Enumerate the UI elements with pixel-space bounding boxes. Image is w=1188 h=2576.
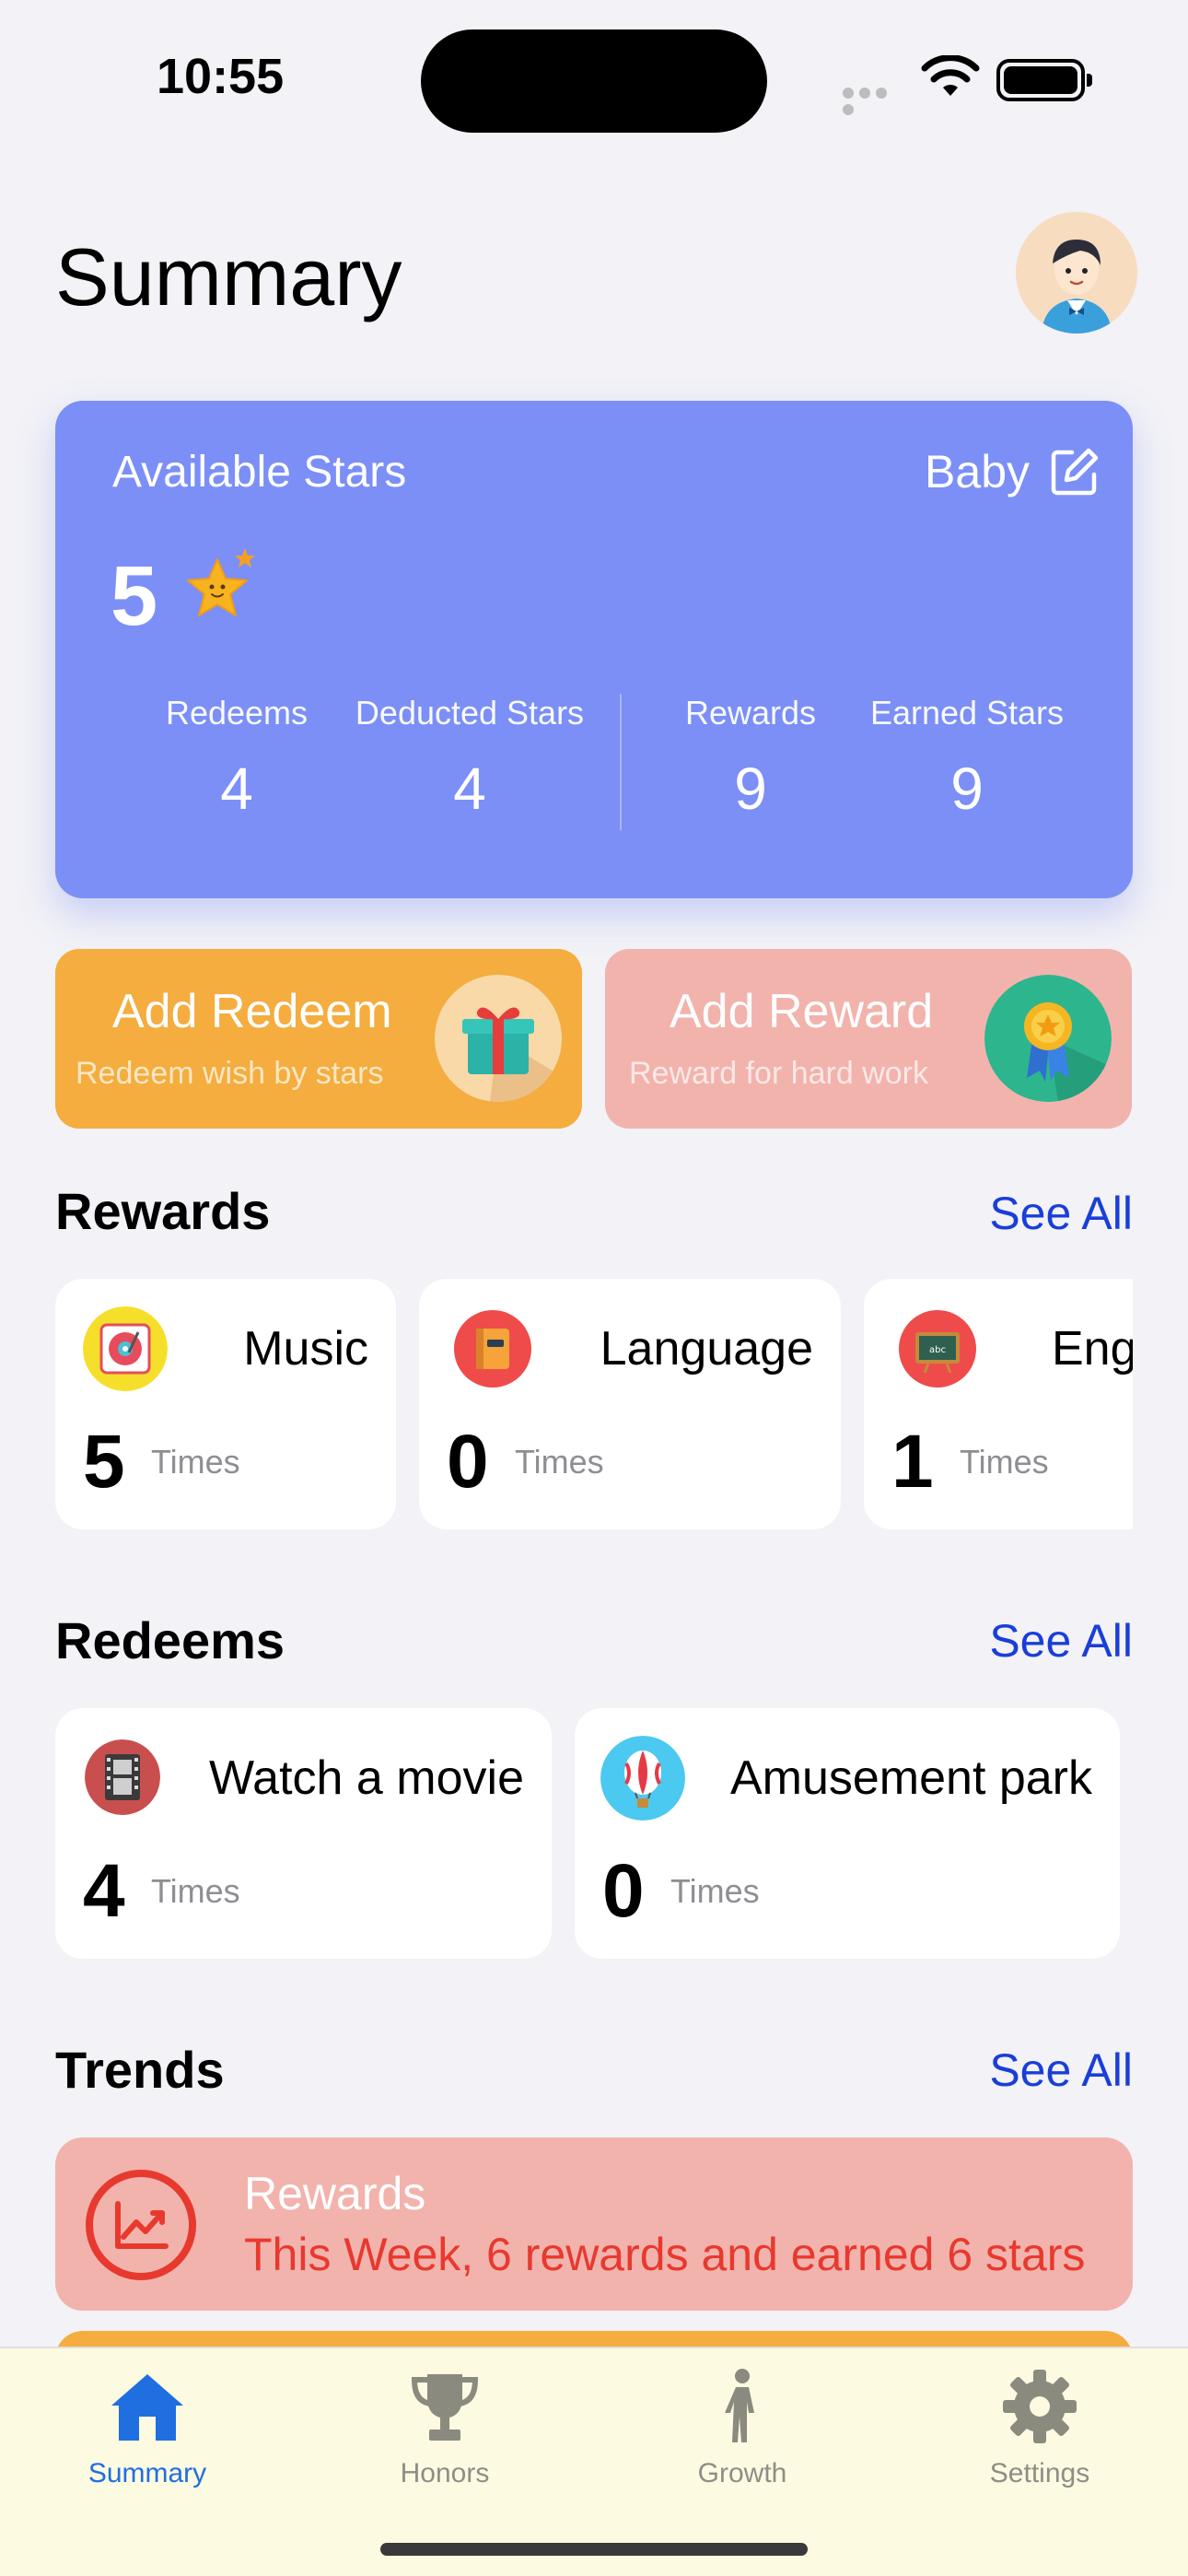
stat-deducted-stars: Deducted Stars 4 xyxy=(332,694,608,823)
redeem-times-label: Times xyxy=(670,1872,760,1910)
stat-value: 9 xyxy=(734,755,767,822)
reward-name: Music xyxy=(243,1322,368,1376)
stat-label: Earned Stars xyxy=(869,694,1065,732)
available-stars-count: 5 xyxy=(111,549,158,643)
status-time: 10:55 xyxy=(157,49,285,104)
redeems-section-title: Redeems xyxy=(55,1611,285,1669)
add-reward-title: Add Reward xyxy=(670,985,934,1038)
svg-text:abc: abc xyxy=(929,1345,946,1355)
rewards-see-all-link[interactable]: See All xyxy=(989,1187,1133,1240)
add-redeem-title: Add Redeem xyxy=(112,985,392,1038)
tab-settings[interactable]: Settings xyxy=(948,2365,1132,2489)
redeem-count: 0 xyxy=(602,1849,645,1933)
redeem-name: Amusement park xyxy=(729,1751,1092,1805)
redeem-name: Watch a movie xyxy=(209,1751,524,1805)
redeem-card-watch-a-movie[interactable]: Watch a movie 4 Times xyxy=(55,1708,552,1959)
reward-count: 0 xyxy=(447,1420,489,1504)
reward-times-label: Times xyxy=(515,1443,604,1481)
available-stars-label: Available Stars xyxy=(112,448,407,497)
trends-see-all-link[interactable]: See All xyxy=(989,2043,1133,2097)
wifi-icon xyxy=(921,55,980,96)
stat-label: Rewards xyxy=(684,694,817,732)
reward-name: Eng xyxy=(1052,1322,1133,1376)
chalkboard-icon: abc xyxy=(895,1306,980,1391)
reward-count: 5 xyxy=(83,1420,125,1504)
reward-times-label: Times xyxy=(960,1443,1049,1481)
stat-earned-stars: Earned Stars 9 xyxy=(843,694,1091,823)
film-icon xyxy=(85,1739,160,1815)
reward-name: Language xyxy=(600,1322,813,1376)
reward-card-language[interactable]: Language 0 Times xyxy=(419,1279,841,1529)
book-icon xyxy=(450,1306,535,1391)
profile-name: Baby xyxy=(925,446,1030,498)
trend-title: Rewards xyxy=(244,2168,426,2219)
tab-label: Settings xyxy=(989,2458,1090,2488)
trend-summary: This Week, 6 rewards and earned 6 stars xyxy=(244,2229,1086,2280)
person-icon xyxy=(725,2369,754,2442)
trend-card-rewards[interactable]: Rewards This Week, 6 rewards and earned … xyxy=(55,2137,1133,2311)
music-icon xyxy=(83,1306,168,1391)
smiling-star-icon xyxy=(187,548,255,616)
tab-label: Growth xyxy=(697,2458,787,2488)
home-icon xyxy=(111,2374,183,2441)
reward-times-label: Times xyxy=(151,1443,240,1481)
rewards-section-title: Rewards xyxy=(55,1182,271,1240)
trends-section-title: Trends xyxy=(55,2041,225,2099)
edit-icon xyxy=(1051,448,1099,496)
tab-bar: Summary Honors Growth Settings xyxy=(0,2347,1188,2576)
reward-card-english[interactable]: abc Eng 1 Times xyxy=(864,1279,1133,1529)
redeems-see-all-link[interactable]: See All xyxy=(989,1614,1133,1668)
gift-icon xyxy=(435,975,562,1102)
page-title: Summary xyxy=(55,231,402,322)
profile-edit-button[interactable]: Baby xyxy=(925,445,1101,498)
avatar[interactable] xyxy=(1016,212,1137,334)
stat-redeems: Redeems 4 xyxy=(140,694,333,823)
cellular-signal-icon xyxy=(843,87,907,115)
reward-card-music[interactable]: Music 5 Times xyxy=(55,1279,396,1529)
add-redeem-subtitle: Redeem wish by stars xyxy=(76,1056,384,1091)
home-indicator[interactable] xyxy=(380,2543,808,2556)
add-reward-button[interactable]: Add Reward Reward for hard work xyxy=(605,949,1132,1129)
redeem-card-amusement-park[interactable]: Amusement park 0 Times xyxy=(575,1708,1120,1959)
add-reward-subtitle: Reward for hard work xyxy=(629,1056,929,1091)
tab-label: Honors xyxy=(400,2458,490,2488)
medal-icon xyxy=(984,975,1112,1102)
available-stars-card: Available Stars Baby 5 Redeems 4 Deducte… xyxy=(55,401,1133,898)
add-redeem-button[interactable]: Add Redeem Redeem wish by stars xyxy=(55,949,582,1129)
redeem-count: 4 xyxy=(83,1849,125,1933)
trophy-icon xyxy=(411,2374,479,2441)
stat-value: 4 xyxy=(220,755,253,822)
tab-honors[interactable]: Honors xyxy=(353,2365,537,2489)
stat-label: Deducted Stars xyxy=(355,694,585,732)
stat-value: 4 xyxy=(453,755,486,822)
trending-up-icon xyxy=(86,2170,196,2280)
tab-label: Summary xyxy=(87,2458,207,2488)
stat-value: 9 xyxy=(950,755,984,822)
status-bar: 10:55 xyxy=(0,0,1188,138)
stats-divider xyxy=(620,694,622,830)
rewards-carousel[interactable]: Music 5 Times Language 0 Times abc Eng 1… xyxy=(55,1279,1133,1529)
battery-icon xyxy=(996,59,1092,101)
hot-air-balloon-icon xyxy=(600,1736,685,1821)
stat-rewards: Rewards 9 xyxy=(654,694,847,823)
reward-count: 1 xyxy=(891,1420,934,1504)
dynamic-island xyxy=(421,29,767,133)
gear-icon xyxy=(1003,2370,1077,2443)
redeem-times-label: Times xyxy=(151,1872,240,1910)
tab-growth[interactable]: Growth xyxy=(650,2365,834,2489)
boy-avatar-icon xyxy=(1016,212,1137,334)
tab-summary[interactable]: Summary xyxy=(55,2365,239,2489)
stat-label: Redeems xyxy=(165,694,309,732)
